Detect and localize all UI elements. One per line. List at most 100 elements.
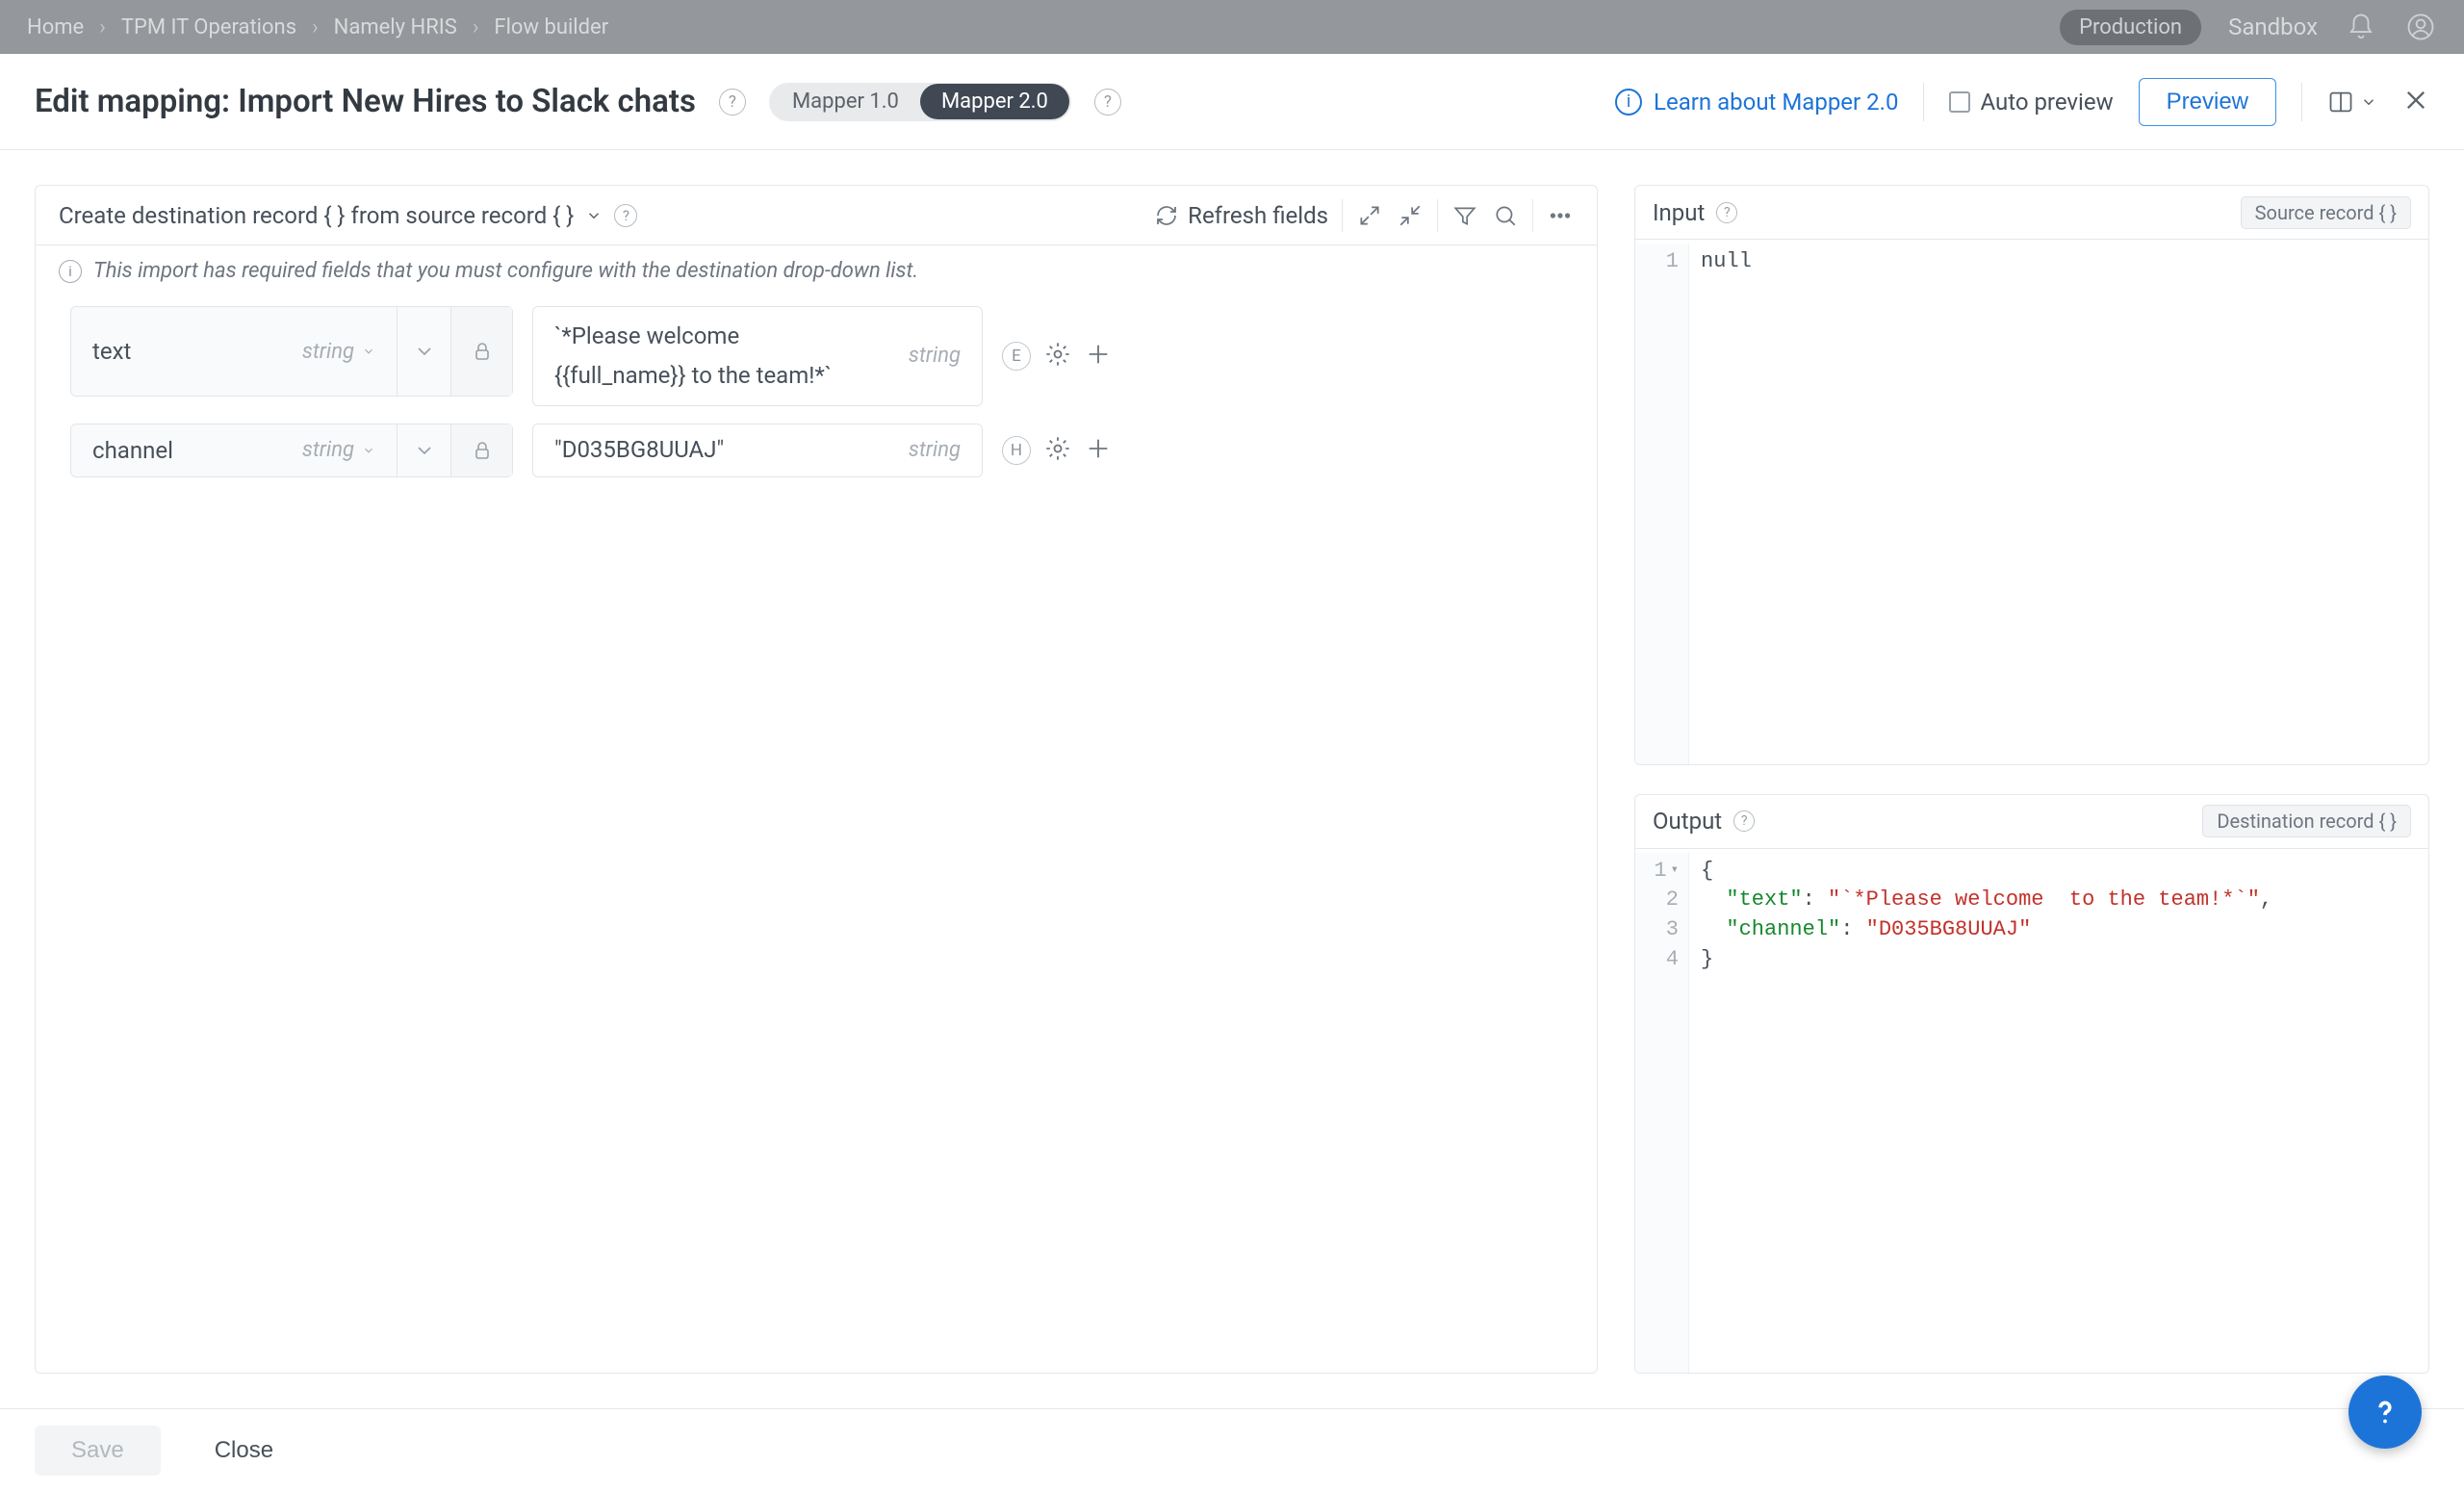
mapping-row: channel string string [70,424,1562,477]
mapping-panel-header: Create destination record { } from sourc… [36,186,1597,245]
output-code-viewer[interactable]: 1▾ 2 3 4 { "text": "`*Please welcome to … [1635,849,2428,1374]
breadcrumb-item[interactable]: Namely HRIS [334,15,457,39]
page-title: Edit mapping: Import New Hires to Slack … [35,83,696,120]
page-footer: Save Close [0,1408,2464,1491]
destination-field-name: channel [92,437,173,464]
learn-about-mapper-link[interactable]: i Learn about Mapper 2.0 [1615,89,1898,116]
expression-type-badge[interactable]: H [1002,436,1031,465]
divider [1437,199,1438,232]
destination-dropdown-toggle[interactable] [397,424,450,476]
input-code-line: null [1701,249,1752,273]
page-header: Edit mapping: Import New Hires to Slack … [0,54,2464,150]
row-actions: H [1002,424,1112,477]
page-title-prefix: Edit mapping: [35,83,238,120]
filter-icon[interactable] [1451,202,1478,229]
source-expression-type: string [909,438,961,462]
question-mark-icon [2367,1394,2403,1430]
chevron-right-icon: › [99,15,106,39]
add-row-button[interactable] [1085,341,1112,372]
breadcrumb-item[interactable]: TPM IT Operations [121,15,296,39]
search-icon[interactable] [1492,202,1519,229]
destination-dropdown-toggle[interactable] [397,307,450,396]
input-preview-panel: Input ? Source record { } 1 null [1634,185,2429,765]
required-fields-text: This import has required fields that you… [93,259,918,283]
row-settings-button[interactable] [1044,435,1071,466]
output-code-body: { "text": "`*Please welcome to the team!… [1689,853,2284,1374]
breadcrumb-item[interactable]: Flow builder [494,15,608,39]
environment-production-pill[interactable]: Production [2060,10,2201,45]
notifications-bell-icon[interactable] [2345,11,2377,43]
refresh-fields-button[interactable]: Refresh fields [1155,202,1328,229]
expand-icon[interactable] [1356,202,1383,229]
destination-field[interactable]: channel string [70,424,513,477]
source-expression-type: string [909,344,961,368]
input-code-viewer[interactable]: 1 null [1635,240,2428,764]
close-button[interactable]: Close [186,1426,302,1476]
help-icon[interactable]: ? [614,204,637,227]
divider [1342,199,1343,232]
output-preview-panel: Output ? Destination record { } 1▾ 2 3 4… [1634,794,2429,1375]
add-row-button[interactable] [1085,435,1112,466]
expression-type-badge[interactable]: E [1002,342,1031,371]
mapping-row: text string string [70,306,1562,406]
collapse-icon[interactable] [1397,202,1424,229]
environment-sandbox-link[interactable]: Sandbox [2228,13,2318,40]
help-icon[interactable]: ? [719,89,746,116]
app-topbar: Home › TPM IT Operations › Namely HRIS ›… [0,0,2464,54]
destination-record-tag[interactable]: Destination record { } [2202,805,2411,837]
lock-icon [450,307,512,396]
page-title-name: Import New Hires to Slack chats [238,83,696,120]
breadcrumb-item[interactable]: Home [27,15,84,39]
chevron-right-icon: › [473,15,479,39]
divider [1923,83,1924,121]
close-icon[interactable] [2402,87,2429,117]
info-icon: i [1615,89,1642,116]
row-settings-button[interactable] [1044,341,1071,372]
chevron-down-icon[interactable] [585,207,603,224]
refresh-fields-label: Refresh fields [1188,202,1328,229]
destination-field[interactable]: text string [70,306,513,397]
source-expression-field[interactable]: string [532,424,983,477]
caret-down-icon[interactable] [362,444,375,457]
required-fields-notice: i This import has required fields that y… [36,245,1597,296]
main-area: Create destination record { } from sourc… [0,150,2464,1408]
layout-toggle[interactable] [2327,89,2377,116]
more-actions-icon[interactable] [1547,202,1574,229]
user-avatar-icon[interactable] [2404,11,2437,43]
row-actions: E [1002,306,1112,406]
source-expression-input[interactable] [554,430,895,470]
lock-icon [450,424,512,476]
refresh-icon [1155,204,1178,227]
mapping-panel: Create destination record { } from sourc… [35,185,1598,1374]
learn-link-label: Learn about Mapper 2.0 [1654,89,1898,116]
help-icon[interactable]: ? [1733,810,1755,832]
help-icon[interactable]: ? [1094,89,1121,116]
auto-preview-toggle[interactable]: Auto preview [1949,89,2113,116]
input-preview-title: Input [1653,199,1705,226]
destination-field-type: string [302,340,354,364]
source-expression-input[interactable] [554,317,895,396]
help-fab[interactable] [2348,1375,2422,1449]
source-expression-field[interactable]: string [532,306,983,406]
destination-field-type: string [302,438,354,462]
divider [2301,83,2302,121]
source-record-tag[interactable]: Source record { } [2241,196,2411,229]
mapper-option-2[interactable]: Mapper 2.0 [920,84,1069,119]
checkbox-icon[interactable] [1949,91,1970,113]
save-button[interactable]: Save [35,1426,161,1476]
breadcrumb: Home › TPM IT Operations › Namely HRIS ›… [27,15,608,39]
caret-down-icon[interactable] [362,345,375,358]
mapping-panel-title: Create destination record { } from sourc… [59,202,574,229]
preview-column: Input ? Source record { } 1 null Output … [1634,185,2429,1374]
mapping-rows: text string string [36,296,1597,487]
preview-button[interactable]: Preview [2139,78,2276,126]
output-preview-title: Output [1653,808,1722,835]
info-icon: i [59,260,82,283]
auto-preview-label: Auto preview [1980,89,2113,116]
divider [1532,199,1533,232]
chevron-right-icon: › [312,15,319,39]
mapper-option-1[interactable]: Mapper 1.0 [771,84,920,119]
mapper-version-toggle[interactable]: Mapper 1.0 Mapper 2.0 [769,83,1071,121]
destination-field-name: text [92,338,131,365]
help-icon[interactable]: ? [1716,202,1737,223]
